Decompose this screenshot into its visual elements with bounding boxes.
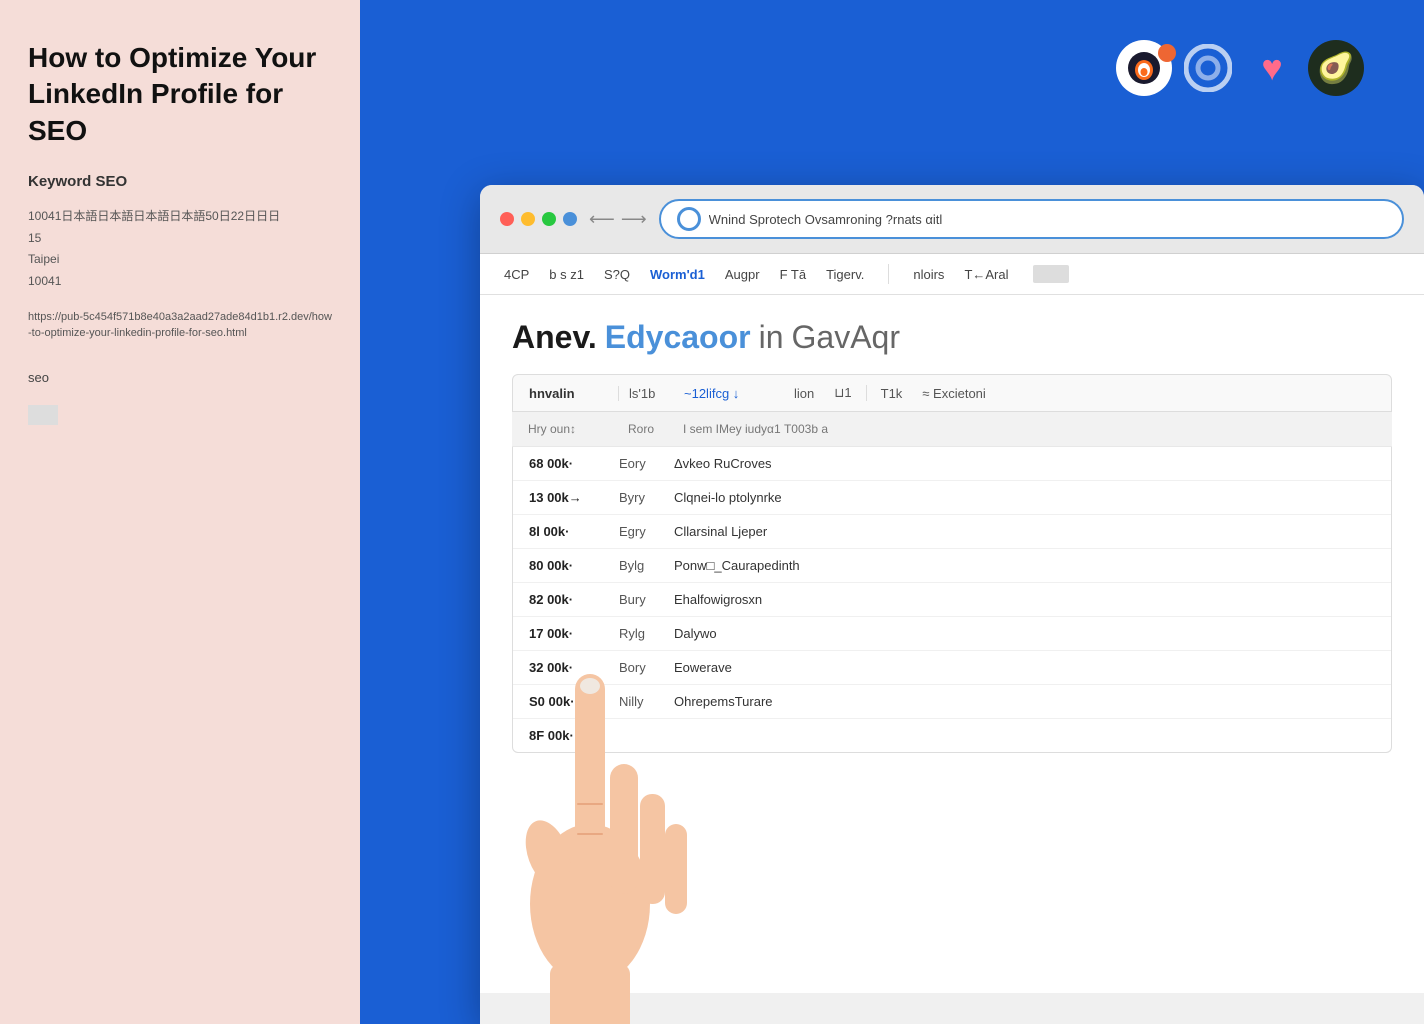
close-button[interactable] (500, 212, 514, 226)
volume-2: 8l 00k· (529, 524, 619, 539)
left-panel: How to Optimize Your LinkedIn Profile fo… (0, 0, 360, 1024)
browser-loading-icon (677, 207, 701, 231)
desc-3: Ponw□_Caurapedinth (674, 558, 1375, 573)
minimize-button[interactable] (521, 212, 535, 226)
article-url[interactable]: https://pub-5c454f571b8e40a3a2aad27ade84… (28, 309, 332, 342)
table-row[interactable]: 13 00k→ Byry Clqnei-lo ptolynrke (513, 481, 1391, 515)
volume-6: 32 00k· (529, 660, 619, 675)
chrome-icon[interactable] (1180, 40, 1236, 96)
back-icon[interactable]: ⟵ (589, 209, 615, 230)
th-col-6[interactable]: ≈ Excietoni (912, 386, 996, 401)
th-col-3[interactable]: lion (784, 386, 824, 401)
browser-content: 4CP b s z1 S?Q Worm'd1 Augpr F Tā Tigerv… (480, 254, 1424, 993)
page-title-sub: GavAqr (792, 319, 900, 356)
right-panel: ♥ 🥑 ⟵ ⟶ Wnind Sprotech Ovsamroning ?rnat… (360, 0, 1424, 1024)
browser-icons-area: ♥ 🥑 (1116, 40, 1364, 96)
name-3: Bylg (619, 558, 674, 573)
avocado-icon[interactable]: 🥑 (1308, 40, 1364, 96)
desc-5: Dalywo (674, 626, 1375, 641)
page-title-in: in (759, 319, 784, 356)
page-title-highlight: Edycaoor (605, 319, 751, 356)
heart-icon[interactable]: ♥ (1244, 40, 1300, 96)
table-row[interactable]: S0 00k· Nilly OhrepemsTurare (513, 685, 1391, 719)
table-header-row: hnvalin ls'1b ~12lifcg ↓ lion ⊔1 T1k ≈ E… (512, 374, 1392, 412)
toolbar-item-2[interactable]: S?Q (604, 267, 630, 282)
keyword-label: Keyword SEO (28, 173, 332, 190)
nav-buttons: ⟵ ⟶ (589, 209, 647, 230)
extra-button[interactable] (563, 212, 577, 226)
page-title-area: Anev. Edycaoor in GavAqr (512, 319, 1392, 356)
th-col-2[interactable]: ~12lifcg ↓ (674, 386, 784, 401)
name-4: Bury (619, 592, 674, 607)
table-row[interactable]: 68 00k· Eory Δvkeo RuCroves (513, 447, 1391, 481)
article-title: How to Optimize Your LinkedIn Profile fo… (28, 40, 332, 149)
desc-2: Cllarsinal Ljeper (674, 524, 1375, 539)
volume-3: 80 00k· (529, 558, 619, 573)
desc-0: Δvkeo RuCroves (674, 456, 1375, 471)
toolbar-item-8[interactable]: T←Aral (964, 267, 1008, 282)
volume-8: 8F 00k· (529, 728, 619, 743)
table-row[interactable]: 82 00k· Bury Ehalfowigrosxn (513, 583, 1391, 617)
volume-7: S0 00k· (529, 694, 619, 709)
toolbar-item-3[interactable]: Worm'd1 (650, 267, 705, 282)
toolbar-item-0[interactable]: 4CP (504, 267, 529, 282)
toolbar-item-5[interactable]: F Tā (780, 267, 807, 282)
toolbar-item-7[interactable]: nloirs (913, 267, 944, 282)
browser-window: ⟵ ⟶ Wnind Sprotech Ovsamroning ?rnats αi… (480, 185, 1424, 1024)
name-5: Rylg (619, 626, 674, 641)
desc-1: Clqnei-lo ptolynrke (674, 490, 1375, 505)
volume-5: 17 00k· (529, 626, 619, 641)
table-row[interactable]: 8F 00k· (513, 719, 1391, 752)
th-col-4[interactable]: ⊔1 (824, 385, 861, 401)
toolbar-item-4[interactable]: Augpr (725, 267, 760, 282)
name-6: Bory (619, 660, 674, 675)
table-row[interactable]: 32 00k· Bory Eowerave (513, 651, 1391, 685)
th-col-5[interactable]: T1k (871, 386, 913, 401)
page-content-area: Anev. Edycaoor in GavAqr hnvalin ls'1b ~… (480, 295, 1424, 777)
volume-0: 68 00k· (529, 456, 619, 471)
subheader-col-2: I sem IMey iudyα1 T003b a (673, 422, 1376, 436)
name-7: Nilly (619, 694, 674, 709)
notification-dot (1158, 44, 1176, 62)
subheader-col-1: Roro (618, 422, 673, 436)
data-table: 68 00k· Eory Δvkeo RuCroves 13 00k→ Byry… (512, 447, 1392, 753)
forward-icon[interactable]: ⟶ (621, 209, 647, 230)
address-bar[interactable]: Wnind Sprotech Ovsamroning ?rnats αitl (659, 199, 1404, 239)
maximize-button[interactable] (542, 212, 556, 226)
desc-6: Eowerave (674, 660, 1375, 675)
desc-7: OhrepemsTurare (674, 694, 1375, 709)
name-2: Egry (619, 524, 674, 539)
volume-4: 82 00k· (529, 592, 619, 607)
browser-chrome-bar: ⟵ ⟶ Wnind Sprotech Ovsamroning ?rnats αi… (480, 185, 1424, 254)
browser-toolbar: 4CP b s z1 S?Q Worm'd1 Augpr F Tā Tigerv… (480, 254, 1424, 295)
th-col-1[interactable]: ls'1b (619, 386, 674, 401)
table-row[interactable]: 8l 00k· Egry Cllarsinal Ljeper (513, 515, 1391, 549)
table-row[interactable]: 17 00k· Rylg Dalywo (513, 617, 1391, 651)
tag-label: seo (28, 370, 332, 385)
meta-info: 10041日本語日本語日本語日本語50日22日日日 15 Taipei 1004… (28, 206, 332, 292)
table-subheader: Hry oun↕ Roro I sem IMey iudyα1 T003b a (512, 412, 1392, 447)
toolbar-item-6[interactable]: Tigerv. (826, 267, 864, 282)
traffic-lights (500, 212, 577, 226)
address-text: Wnind Sprotech Ovsamroning ?rnats αitl (709, 212, 943, 227)
volume-1: 13 00k→ (529, 490, 619, 505)
page-title-main: Anev. (512, 319, 597, 356)
name-1: Byry (619, 490, 674, 505)
name-0: Eory (619, 456, 674, 471)
desc-4: Ehalfowigrosxn (674, 592, 1375, 607)
subheader-col-0: Hry oun↕ (528, 422, 618, 436)
toolbar-item-1[interactable]: b s z1 (549, 267, 584, 282)
th-col-0[interactable]: hnvalin (529, 386, 619, 401)
table-row[interactable]: 80 00k· Bylg Ponw□_Caurapedinth (513, 549, 1391, 583)
tag-box (28, 405, 58, 425)
